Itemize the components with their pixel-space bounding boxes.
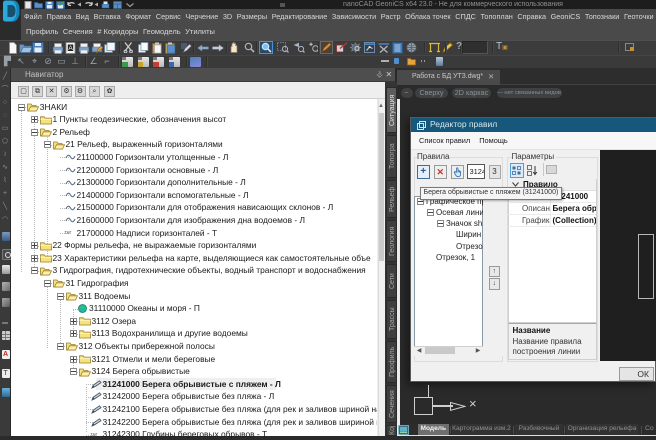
- svg-text:A: A: [68, 45, 73, 52]
